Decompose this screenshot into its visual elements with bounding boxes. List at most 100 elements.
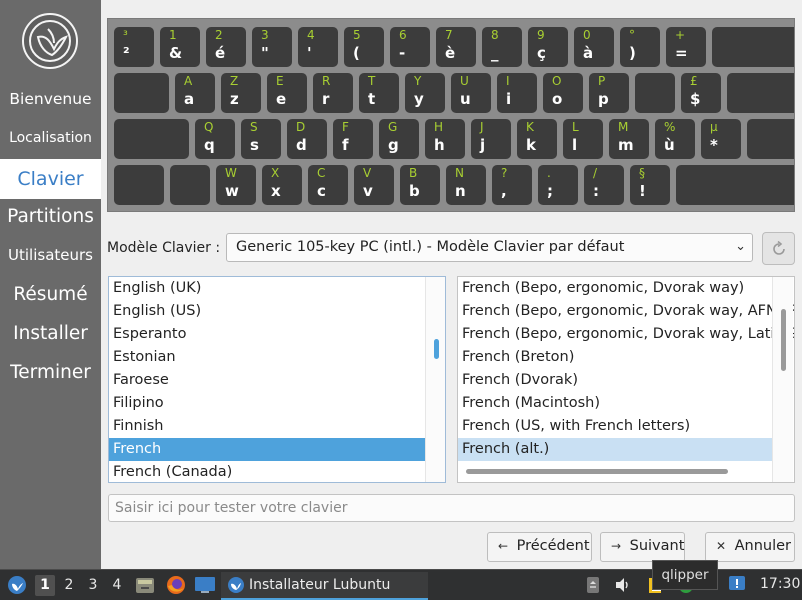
keyboard-key: Oo — [543, 73, 583, 113]
variant-list-item[interactable]: French (alt.) — [458, 438, 772, 461]
arrow-right-icon: → — [610, 539, 622, 553]
layout-list[interactable]: French (Canada) French Finnish Filipino Faro… — [108, 276, 446, 483]
next-button-label: Suivant — [629, 538, 685, 554]
keyboard-key: /: — [584, 165, 624, 205]
start-menu-icon[interactable] — [6, 574, 28, 596]
cancel-button[interactable]: ✕ Annuler — [705, 532, 795, 562]
variant-list-item[interactable]: French (Bepo, ergonomic, Dvorak way, AFN… — [458, 300, 794, 323]
notification-icon[interactable] — [728, 575, 746, 593]
key-label: z — [230, 90, 239, 108]
variant-list-hscroll-thumb[interactable] — [466, 469, 728, 474]
key-shift-label: X — [271, 166, 280, 180]
key-label: k — [526, 136, 536, 154]
keyboard-key: 6- — [390, 27, 430, 67]
key-shift-label: 3 — [261, 28, 269, 42]
firefox-icon[interactable] — [165, 574, 187, 596]
clock[interactable]: 17:30 — [760, 576, 800, 592]
workspace-1[interactable]: 1 — [35, 575, 55, 596]
sidebar: Bienvenue Localisation Clavier Partition… — [0, 0, 101, 569]
variant-list-item[interactable]: French (US, with French letters) — [458, 415, 772, 438]
key-shift-label: % — [664, 120, 676, 134]
variant-list-item[interactable]: French (Bepo, ergonomic, Dvorak way) — [458, 277, 772, 300]
layout-list-item[interactable]: French (Canada) — [109, 461, 425, 482]
layout-list-item[interactable]: Filipino — [109, 392, 425, 415]
key-label: : — [593, 182, 599, 200]
layout-list-item[interactable]: Esperanto — [109, 323, 425, 346]
variant-list-item[interactable]: French (Macintosh) — [458, 392, 772, 415]
key-shift-label: D — [296, 120, 306, 134]
key-label: & — [169, 44, 183, 62]
workspace-3[interactable]: 3 — [83, 575, 103, 596]
previous-button[interactable]: ← Précédent — [487, 532, 592, 562]
key-label: ( — [353, 44, 360, 62]
keyboard-key — [727, 73, 794, 113]
layout-list-item[interactable]: Finnish — [109, 415, 425, 438]
variant-list-scrollbar[interactable] — [772, 277, 793, 482]
variant-list-item[interactable]: French (Dvorak) — [458, 369, 772, 392]
keyboard-model-label: Modèle Clavier : — [107, 240, 221, 256]
volume-icon[interactable] — [614, 576, 632, 594]
key-shift-label: ° — [629, 28, 635, 42]
keyboard-test-input[interactable] — [108, 494, 795, 522]
key-shift-label: A — [184, 74, 193, 88]
keyboard-key — [114, 165, 164, 205]
key-label: e — [276, 90, 287, 108]
key-shift-label: J — [480, 120, 484, 134]
layout-list-item[interactable]: French — [109, 438, 425, 461]
key-label: ; — [547, 182, 553, 200]
key-label: h — [434, 136, 445, 154]
task-installer[interactable]: Installateur Lubuntu — [221, 572, 428, 600]
variant-list-item[interactable]: French (Breton) — [458, 346, 772, 369]
keyboard-key: Ww — [216, 165, 256, 205]
desktop-icon[interactable] — [194, 575, 216, 595]
key-shift-label: . — [547, 166, 551, 180]
key-shift-label: N — [455, 166, 464, 180]
key-label: ! — [639, 182, 646, 200]
variant-list-item[interactable]: French (Bepo, ergonomic, Dvorak way, Lat… — [458, 323, 794, 346]
refresh-icon — [773, 240, 785, 255]
file-manager-icon[interactable] — [135, 575, 155, 595]
layout-list-scroll-thumb[interactable] — [434, 339, 439, 359]
layout-list-item[interactable]: Faroese — [109, 369, 425, 392]
layout-list-scrollbar[interactable] — [425, 277, 445, 482]
key-shift-label: Y — [414, 74, 422, 88]
key-shift-label: Z — [230, 74, 239, 88]
key-label: i — [506, 90, 512, 108]
variant-list[interactable]: French (alt.) French (US, with French let… — [457, 276, 795, 483]
key-shift-label: 7 — [445, 28, 453, 42]
workspace-4[interactable]: 4 — [107, 575, 127, 596]
keyboard-key: Qq — [195, 119, 235, 159]
keyboard-key — [747, 119, 794, 159]
installer-window: Bienvenue Localisation Clavier Partition… — [0, 0, 802, 600]
sidebar-item-terminer: Terminer — [10, 362, 91, 383]
key-shift-label: § — [639, 166, 645, 180]
chevron-down-icon: ⌄ — [735, 239, 746, 254]
key-shift-label: T — [368, 74, 376, 88]
key-label: j — [480, 136, 486, 154]
key-label: ' — [307, 44, 312, 62]
keyboard-key: Mm — [609, 119, 649, 159]
keyboard-key: °) — [620, 27, 660, 67]
tray-up-arrow-icon[interactable] — [586, 576, 600, 594]
variant-list-scroll-thumb[interactable] — [781, 309, 786, 371]
workspace-2[interactable]: 2 — [59, 575, 79, 596]
keyboard-model-select[interactable]: Generic 105-key PC (intl.) - Modèle Clav… — [226, 233, 753, 262]
keyboard-key: Uu — [451, 73, 491, 113]
key-label: v — [363, 182, 373, 200]
cancel-button-label: Annuler — [734, 538, 792, 554]
keyboard-key: Nn — [446, 165, 486, 205]
layout-list-item[interactable]: English (UK) — [109, 277, 425, 300]
layout-list-item[interactable]: Estonian — [109, 346, 425, 369]
layout-list-item[interactable]: English (US) — [109, 300, 425, 323]
sidebar-item-localisation: Localisation — [9, 130, 92, 146]
next-button[interactable]: → Suivant — [600, 532, 685, 562]
keyboard-key: Ff — [333, 119, 373, 159]
keyboard-key — [676, 165, 794, 205]
key-shift-label: V — [363, 166, 372, 180]
key-label: è — [445, 44, 456, 62]
keyboard-key: 8 _ — [482, 27, 522, 67]
keyboard-key: Pp — [589, 73, 629, 113]
task-title: Installateur Lubuntu — [249, 577, 391, 593]
reset-model-button[interactable] — [762, 232, 795, 265]
keyboard-key: Dd — [287, 119, 327, 159]
